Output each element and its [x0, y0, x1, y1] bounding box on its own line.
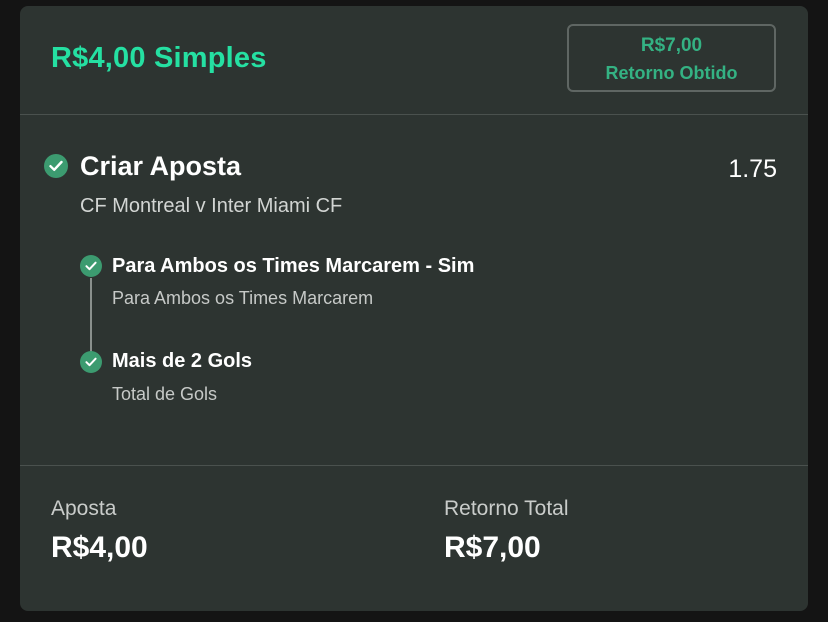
return-amount: R$7,00	[640, 35, 703, 56]
stake-value: R$4,00	[51, 531, 148, 564]
check-circle-icon	[80, 255, 102, 277]
legs-connector-line	[90, 278, 92, 362]
leg-title: Mais de 2 Gols	[112, 350, 253, 372]
total-return-value: R$7,00	[444, 531, 541, 564]
bet-card: R$4,00 Simples R$7,00 Retorno Obtido Cri…	[20, 6, 808, 611]
divider	[20, 114, 808, 115]
leg-title: Para Ambos os Times Marcarem - Sim	[112, 255, 475, 277]
check-circle-icon	[80, 351, 102, 373]
bet-card-header: R$4,00 Simples R$7,00 Retorno Obtido	[20, 6, 808, 114]
return-label: Retorno Obtido	[605, 63, 738, 83]
return-obtained-badge: R$7,00 Retorno Obtido	[567, 24, 776, 92]
stake-label: Aposta	[51, 497, 117, 520]
total-return-label: Retorno Total	[444, 497, 569, 520]
event-name: CF Montreal v Inter Miami CF	[80, 195, 343, 217]
leg-market: Para Ambos os Times Marcarem	[112, 288, 374, 308]
check-circle-icon	[44, 154, 68, 178]
divider	[20, 465, 808, 466]
bet-type-title: R$4,00 Simples	[51, 42, 267, 74]
leg-market: Total de Gols	[112, 384, 218, 404]
bet-title: Criar Aposta	[80, 151, 242, 181]
bet-odds: 1.75	[728, 155, 777, 183]
